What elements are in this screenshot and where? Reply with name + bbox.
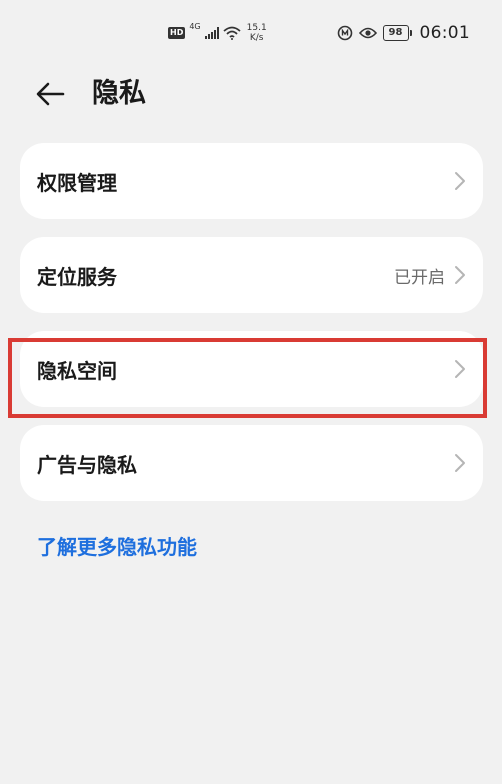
header: 隐私: [0, 66, 502, 124]
chevron-right-icon: [455, 172, 465, 190]
menu-item-label: 权限管理: [37, 170, 117, 195]
network-speed: 15.1 K/s: [247, 23, 267, 43]
chevron-right-icon: [455, 454, 465, 472]
menu-item-ads-and-privacy[interactable]: 广告与隐私: [20, 425, 483, 501]
highlight-annotation-box: [8, 338, 487, 418]
signal-icon: [204, 27, 219, 39]
status-bar: HD 4G 15.1 K/s 98 06:01: [0, 0, 502, 66]
clock: 06:01: [419, 23, 470, 43]
nfc-icon: [337, 25, 352, 41]
network-type-badge: 4G: [189, 22, 201, 31]
wifi-icon: [223, 26, 241, 40]
speed-value: 15.1: [246, 23, 267, 33]
hd-icon: HD: [168, 27, 186, 39]
back-button[interactable]: [32, 78, 68, 110]
battery-tip: [409, 30, 412, 36]
battery-icon: 98: [382, 25, 412, 41]
chevron-right-icon: [455, 266, 465, 284]
learn-more-link[interactable]: 了解更多隐私功能: [37, 531, 197, 560]
status-bar-left: HD 4G 15.1 K/s: [168, 20, 267, 46]
menu-item-label: 广告与隐私: [37, 452, 137, 477]
status-bar-right: 98 06:01: [337, 21, 471, 45]
eye-comfort-icon: [358, 27, 377, 39]
menu-item-status: 已开启: [394, 267, 445, 288]
menu-item-permission-management[interactable]: 权限管理: [20, 143, 483, 219]
page-title: 隐私: [92, 78, 146, 109]
menu-item-location-services[interactable]: 定位服务 已开启: [20, 237, 483, 313]
speed-unit: K/s: [249, 33, 264, 43]
battery-level: 98: [382, 25, 409, 41]
menu-item-label: 定位服务: [37, 264, 117, 289]
arrow-left-icon: [36, 82, 65, 106]
